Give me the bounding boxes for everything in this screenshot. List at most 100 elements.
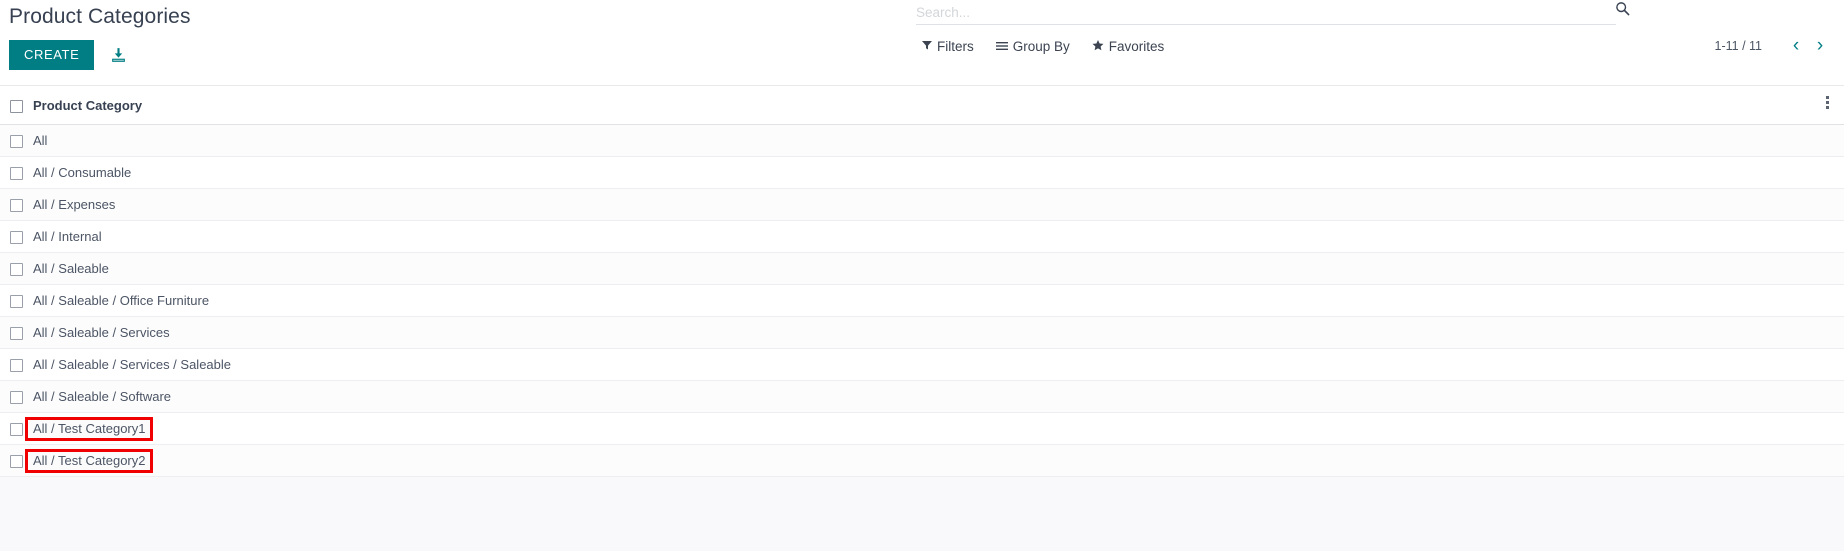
search-row [916,0,1630,25]
row-options-cell [1810,444,1844,477]
cell-product-category[interactable]: All [33,124,1810,157]
row-options-cell [1810,220,1844,253]
cell-product-category[interactable]: All / Saleable [33,252,1810,285]
row-select-cell [0,252,33,285]
favorites-menu-label: Favorites [1108,39,1165,54]
category-label: All / Consumable [33,165,132,180]
cell-product-category[interactable]: All / Test Category2 [24,444,1810,477]
category-label: All / Saleable / Office Furniture [33,293,210,308]
pager-previous-button[interactable]: ‹ [1784,36,1808,55]
cell-product-category[interactable]: All / Saleable / Office Furniture [33,284,1810,317]
group-by-icon [995,40,1008,53]
row-checkbox[interactable] [10,295,23,309]
row-checkbox[interactable] [10,391,23,405]
product-categories-page: Product Categories CREATE Search... Filt… [0,0,1844,551]
table-row[interactable]: All / Test Category2 [0,444,1844,477]
cell-product-category[interactable]: All / Test Category1 [24,412,1810,445]
cell-product-category[interactable]: All / Expenses [33,188,1810,221]
row-checkbox[interactable] [10,455,23,469]
download-icon[interactable] [108,44,128,66]
cell-product-category[interactable]: All / Saleable / Services [33,316,1810,349]
favorites-menu[interactable]: Favorites [1092,39,1165,54]
category-label: All / Internal [33,229,102,244]
control-panel: Product Categories CREATE Search... Filt… [0,0,1844,86]
row-select-cell [0,124,33,157]
table-body: All All / Consumable All / Expenses All / I… [0,124,1844,477]
row-select-cell [0,188,33,221]
cell-product-category[interactable]: All / Saleable / Services / Saleable [33,348,1810,381]
search-filter-menus: Filters Group By Favorites [916,39,1616,54]
table-row[interactable]: All / Consumable [0,156,1844,189]
row-select-cell [0,220,33,253]
search-view: Filters Group By [916,0,1630,54]
category-label: All [33,133,48,148]
row-checkbox[interactable] [10,231,23,245]
search-input[interactable] [916,5,1556,24]
page-title: Product Categories [9,5,191,28]
select-all-checkbox[interactable] [10,99,23,113]
table-row[interactable]: All / Saleable / Services [0,316,1844,349]
table-head: Product Category [0,86,1844,125]
create-button[interactable]: CREATE [9,40,95,70]
row-checkbox[interactable] [10,327,23,341]
row-checkbox[interactable] [10,135,23,149]
row-select-cell [0,348,33,381]
group-by-menu-label: Group By [1012,39,1070,54]
table-row[interactable]: All / Internal [0,220,1844,253]
category-label: All / Expenses [33,197,116,212]
row-select-cell [0,156,33,189]
category-label: All / Saleable / Services / Saleable [33,357,231,372]
table-options-header [1810,86,1844,125]
row-checkbox[interactable] [10,423,23,437]
row-select-cell [0,380,33,413]
category-label: All / Saleable [33,261,109,276]
highlighted-category-label: All / Test Category1 [24,416,154,441]
star-icon [1092,40,1104,53]
cell-product-category[interactable]: All / Internal [33,220,1810,253]
column-header-product-category[interactable]: Product Category [33,86,1810,125]
table-row[interactable]: All / Saleable [0,252,1844,285]
row-options-cell [1810,188,1844,221]
row-select-cell [0,284,33,317]
row-options-cell [1810,348,1844,381]
row-options-cell [1810,316,1844,349]
cell-product-category[interactable]: All / Consumable [33,156,1810,189]
pager-range[interactable]: 1-11 / 11 [1715,39,1763,53]
row-checkbox[interactable] [10,263,23,277]
kebab-menu-icon[interactable] [1810,94,1844,111]
table-row[interactable]: All / Saleable / Services / Saleable [0,348,1844,381]
row-checkbox[interactable] [10,167,23,181]
table-row[interactable]: All / Expenses [0,188,1844,221]
category-label: All / Saleable / Services [33,325,170,340]
filters-menu[interactable]: Filters [922,39,974,54]
control-panel-buttons: CREATE [9,40,569,70]
pager: 1-11 / 11 ‹ › [1715,36,1833,55]
table-row[interactable]: All / Saleable / Software [0,380,1844,413]
filters-menu-label: Filters [937,39,974,54]
highlighted-category-label: All / Test Category2 [24,448,154,473]
table-row[interactable]: All / Test Category1 [0,412,1844,445]
row-options-cell [1810,156,1844,189]
table-row[interactable]: All / Saleable / Office Furniture [0,284,1844,317]
row-options-cell [1810,284,1844,317]
row-options-cell [1810,380,1844,413]
row-checkbox[interactable] [10,199,23,213]
table-row[interactable]: All [0,124,1844,157]
row-options-cell [1810,252,1844,285]
row-options-cell [1810,412,1844,445]
row-checkbox[interactable] [10,359,23,373]
category-label: All / Saleable / Software [33,389,172,404]
table-header-row: Product Category [0,86,1844,125]
group-by-menu[interactable]: Group By [995,39,1070,54]
search-icon[interactable] [1615,1,1630,20]
pager-next-button[interactable]: › [1808,36,1832,55]
filter-icon [922,40,932,53]
list-empty-space [0,477,1844,551]
select-all-header [0,86,33,125]
list-view: Product Category All All / Consumable All … [0,86,1844,551]
product-categories-table: Product Category All All / Consumable All … [0,86,1844,477]
cell-product-category[interactable]: All / Saleable / Software [33,380,1810,413]
row-select-cell [0,316,33,349]
row-options-cell [1810,124,1844,157]
control-panel-left: Product Categories CREATE [9,0,569,70]
